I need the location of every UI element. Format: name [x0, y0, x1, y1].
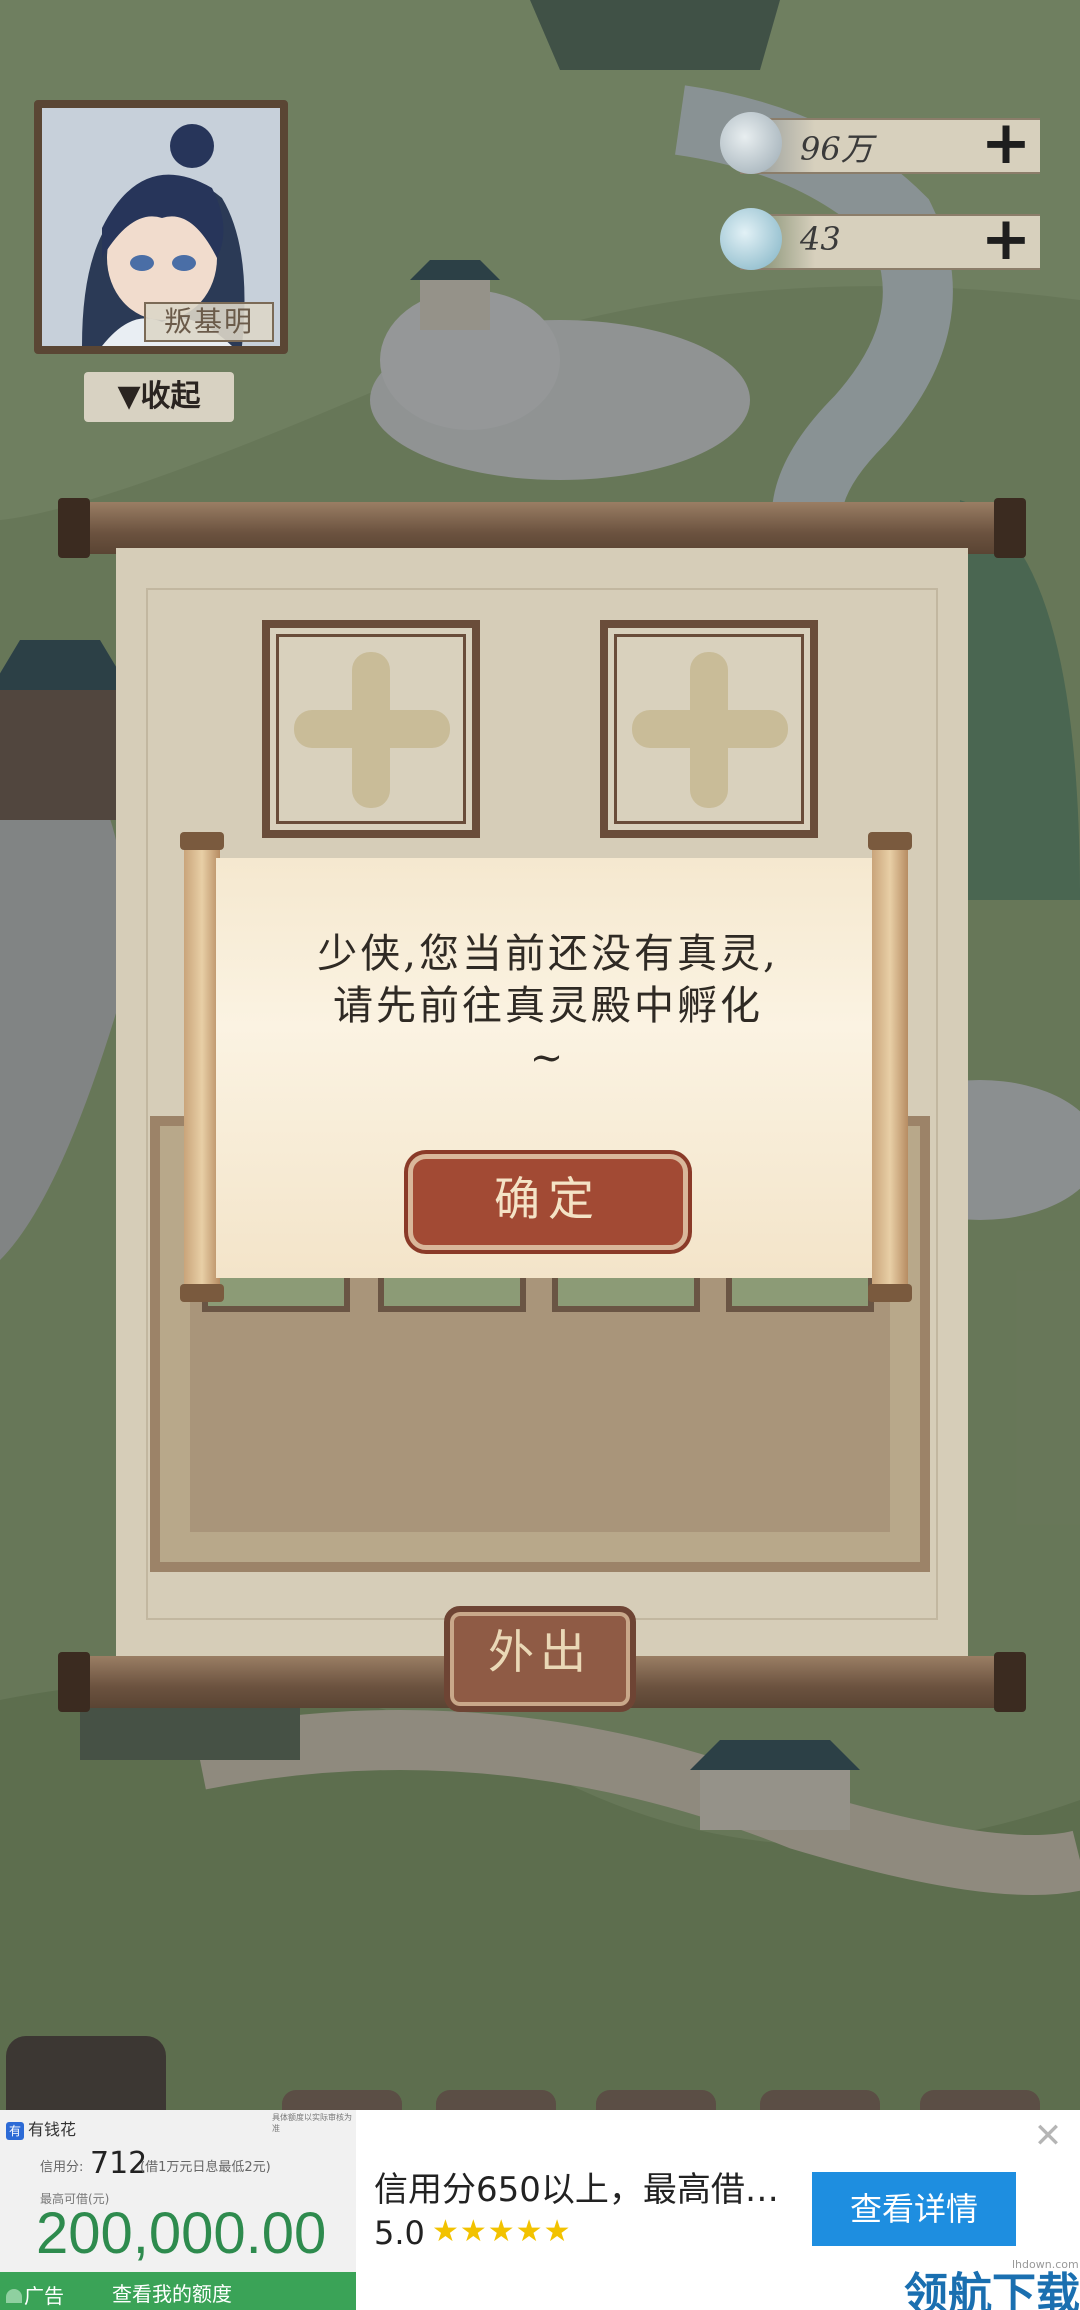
- resource-bar-coins: 96万 +: [680, 108, 1040, 178]
- resource-value: 43: [800, 220, 841, 258]
- alert-dialog: 少侠,您当前还没有真灵,请先前往真灵殿中孵化~ 确定: [216, 858, 880, 1278]
- add-spirit-button[interactable]: +: [978, 209, 1034, 269]
- dialog-message: 少侠,您当前还没有真灵,请先前往真灵殿中孵化~: [317, 931, 779, 1081]
- ad-fineprint: 具体额度以实际审核为准: [272, 2113, 352, 2133]
- ad-title: 信用分650以上，最高借…: [374, 2170, 779, 2210]
- cloud-coin-icon: [720, 112, 782, 174]
- ad-score-label: 信用分:: [40, 2160, 84, 2175]
- ad-tag: 广告: [6, 2280, 64, 2309]
- ad-rating: 5.0: [374, 2214, 425, 2252]
- resource-value: 96万: [800, 130, 873, 168]
- ad-app-label: 有有钱花: [6, 2116, 76, 2140]
- star-rating-icon: ★★★★★: [432, 2214, 572, 2249]
- ad-banner[interactable]: 有有钱花 具体额度以实际审核为准 信用分: 712 (借1万元日息最低2元) 最…: [0, 2110, 1080, 2310]
- close-icon[interactable]: ✕: [1030, 2118, 1066, 2154]
- go-out-button[interactable]: 外出: [444, 1606, 636, 1712]
- spirit-slot-2[interactable]: [600, 620, 818, 838]
- ad-score-note: (借1万元日息最低2元): [140, 2160, 271, 2175]
- ad-check-quota[interactable]: 查看我的额度: [112, 2278, 232, 2307]
- scroll-top-rod: [58, 498, 1026, 558]
- dialog-left-rod: [180, 832, 224, 1302]
- watermark-url: lhdown.com: [1012, 2258, 1079, 2271]
- spirit-icon: [720, 208, 782, 270]
- player-name: 叛基明: [144, 302, 274, 342]
- spirit-slot-1[interactable]: [262, 620, 480, 838]
- ad-score: 712: [90, 2146, 148, 2181]
- app-logo-icon: 有: [6, 2122, 24, 2140]
- ad-amount: 200,000.00: [36, 2201, 327, 2266]
- add-coins-button[interactable]: +: [978, 113, 1034, 173]
- player-avatar[interactable]: 叛基明: [34, 100, 288, 354]
- ad-tag-icon: [6, 2289, 22, 2303]
- confirm-button[interactable]: 确定: [408, 1154, 688, 1250]
- ad-cta-button[interactable]: 查看详情: [812, 2172, 1016, 2246]
- ad-image: 有有钱花 具体额度以实际审核为准 信用分: 712 (借1万元日息最低2元) 最…: [0, 2110, 356, 2310]
- resource-bar-spirit: 43 +: [680, 204, 1040, 274]
- dialog-right-rod: [868, 832, 912, 1302]
- collapse-button[interactable]: ▼收起: [84, 372, 234, 422]
